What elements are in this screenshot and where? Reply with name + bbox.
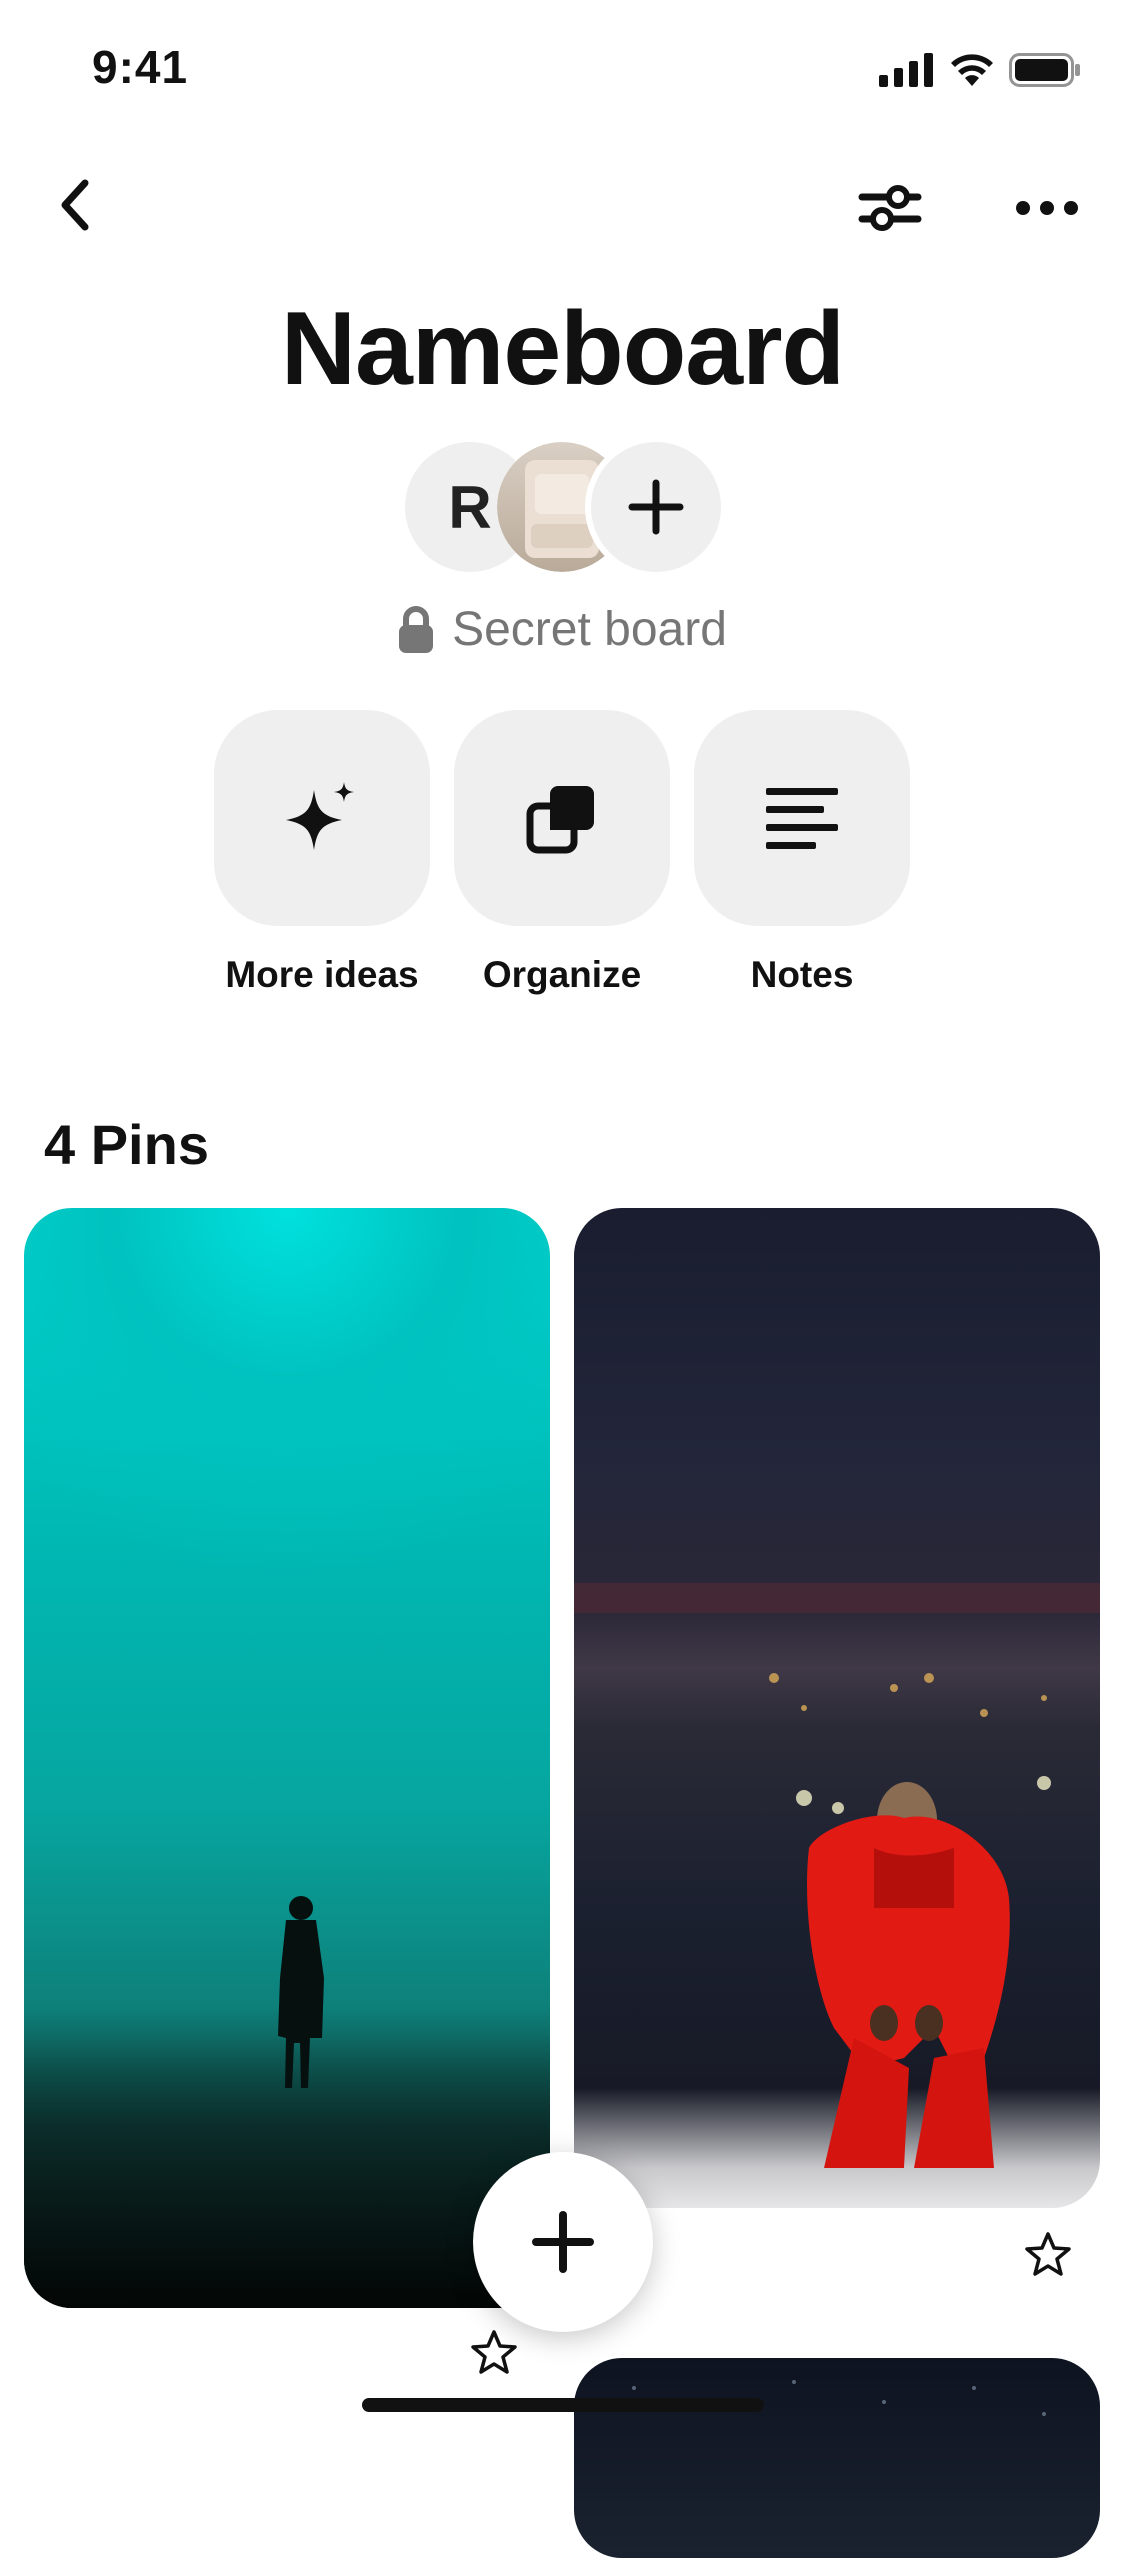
collaborator-initial: R	[448, 473, 492, 541]
sliders-icon	[858, 185, 922, 231]
filter-button[interactable]	[852, 170, 928, 246]
pin-card[interactable]	[574, 1208, 1100, 2208]
pins-count: 4 Pins	[44, 1113, 209, 1176]
more-ideas-button[interactable]: More ideas	[214, 710, 430, 996]
organize-tile[interactable]	[454, 710, 670, 926]
sparkle-icon	[286, 782, 354, 850]
notes-button[interactable]: Notes	[694, 710, 910, 996]
more-ideas-label: More ideas	[225, 954, 419, 995]
back-button[interactable]	[40, 170, 110, 240]
pin-card[interactable]	[574, 2358, 1100, 2558]
add-collaborator-button[interactable]	[585, 436, 727, 578]
board-title: Nameboard	[280, 291, 845, 407]
notes-tile[interactable]	[694, 710, 910, 926]
favorite-button[interactable]	[464, 2322, 524, 2382]
star-icon	[1025, 2232, 1071, 2276]
pin-image	[632, 2380, 1046, 2416]
create-pin-button[interactable]	[473, 2152, 653, 2332]
star-icon	[471, 2330, 517, 2374]
privacy-label: Secret board	[452, 603, 727, 656]
notes-lines-icon	[766, 788, 838, 849]
lock-icon	[399, 605, 434, 653]
pin-image	[24, 1896, 550, 2308]
pin-image	[574, 1583, 1100, 2168]
more-options-button[interactable]	[1005, 178, 1089, 238]
chevron-left-icon	[61, 179, 89, 231]
status-icons	[879, 48, 1081, 92]
battery-icon	[1009, 53, 1080, 87]
more-ideas-tile[interactable]	[214, 710, 430, 926]
ellipsis-icon	[1016, 201, 1078, 215]
notes-label: Notes	[750, 954, 854, 995]
wifi-icon	[951, 54, 993, 86]
pin-card[interactable]	[24, 1208, 550, 2308]
stack-icon	[526, 786, 594, 854]
favorite-button[interactable]	[1018, 2224, 1078, 2284]
home-indicator	[362, 2398, 764, 2412]
privacy-indicator: Secret board	[0, 602, 1125, 657]
signal-icon	[879, 53, 933, 87]
status-time: 9:41	[92, 41, 189, 93]
organize-label: Organize	[482, 954, 642, 995]
plus-icon	[628, 479, 684, 535]
organize-button[interactable]: Organize	[454, 710, 670, 996]
plus-icon	[532, 2211, 594, 2273]
